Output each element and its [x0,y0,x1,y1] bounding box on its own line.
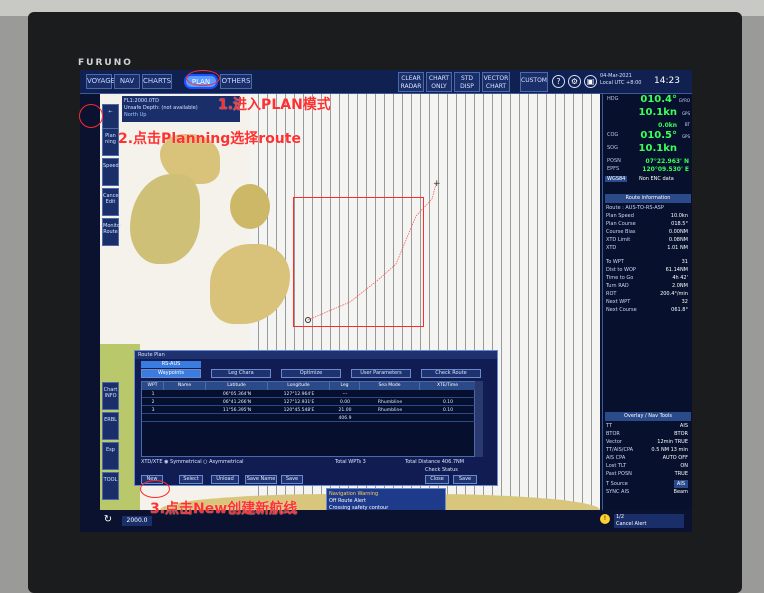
total-distance: Total Distance 406.7NM [405,459,465,465]
tab-leg-chara[interactable]: Leg Chara [211,369,271,378]
table-row[interactable]: 2 06°41.266'N 127°12.931'E 0.00 Rhumblin… [142,399,476,406]
col-wpt: WPT [142,382,164,390]
highlight-plan-tab [186,70,220,86]
display-icon[interactable]: ▣ [584,75,597,88]
course-bias-row: Course Bias 0.00NM [606,229,688,235]
planning-button[interactable]: Plan ning [102,128,119,156]
datum-row: WGS84 Non ENC data [605,176,674,182]
table-scrollbar[interactable] [475,381,483,457]
dist-row: Dist to WOP 61.14NM [606,267,688,273]
monitor-route-button[interactable]: Monitor Route [102,218,122,246]
annotation-step3: 3.点击New创建新航线 [150,501,298,517]
highlight-new-button [140,480,170,498]
overlay-row-past[interactable]: Past POSN TRUE [606,470,690,478]
highlight-route-box [293,197,424,327]
custom-button[interactable]: CUSTOM [520,72,548,92]
sog-row: SOG 10.1kn [607,143,677,154]
save-button-2[interactable]: Save [453,475,477,484]
highlight-planning-button [79,104,103,128]
xtd-options[interactable]: XTD/XTE ◉ Symmetrical ○ Asymmetrical [141,459,244,465]
table-row[interactable]: 1 06°05.364'N 127°12.964'E --- [142,391,476,398]
posn-lat-row: POSN 07°22.963' N [607,158,689,165]
save-name-button[interactable]: Save Name [245,475,277,484]
route-end-marker: + [433,179,441,189]
help-icon[interactable]: ? [552,75,565,88]
xtd-row: XTD 1.01 NM [606,245,688,251]
close-button[interactable]: Close [425,475,449,484]
brand-logo: FURUNO [78,58,133,68]
tab-others[interactable]: OTHERS [220,74,252,89]
scale-display[interactable]: 2000.0 [122,516,152,526]
to-wpt-row: To WPT 31 [606,259,688,265]
esp-button[interactable]: Esp [102,442,119,470]
overlay-header: Overlay / Nav Tools [605,412,691,421]
top-toolbar: VOYAGE NAV CHARTS PLAN OTHERS CLEAR RADA… [80,70,692,94]
erbl-button[interactable]: ERBL [102,412,119,440]
col-latitude: Latitude [206,382,268,390]
vector-chart-button[interactable]: VECTOR CHART [482,72,510,92]
dialog-title: Route Plan [135,351,497,359]
tab-optimize[interactable]: Optimize [281,369,341,378]
annotation-step2: 2.点击Planning选择route [118,131,301,147]
tab-voyage[interactable]: VOYAGE [86,74,115,89]
std-disp-button[interactable]: STD DISP [454,72,480,92]
save-button[interactable]: Save [281,475,303,484]
col-name: Name [164,382,206,390]
spd-row: 10.1kn GPS [638,107,690,118]
route-plan-dialog: Route Plan RS-AUS Waypoints Leg Chara Op… [134,350,498,486]
date-display: 04-Mar-2021 Local UTC +8:00 [600,73,642,86]
tab-check-route[interactable]: Check Route [421,369,481,378]
tab-user-parameters[interactable]: User Parameters [351,369,411,378]
col-sea-mode: Sea Mode [360,382,420,390]
cancel-edit-button[interactable]: Cancel Edit [102,188,120,216]
tab-waypoints[interactable]: Waypoints [141,369,201,378]
waypoint-table: WPT Name Latitude Longitude Leg Sea Mode… [141,381,476,457]
tool-button[interactable]: TOOL [102,472,119,500]
settings-icon[interactable]: ⚙ [568,75,581,88]
overlay-row-btor[interactable]: BTOR BTOR [606,430,690,438]
right-panel: HDG 010.4° GYRO 10.1kn GPS 0.0kn BT COG … [602,94,692,532]
turn-rad-row: Turn RAD 2.0NM [606,283,688,289]
tab-charts[interactable]: CHARTS [142,74,172,89]
overlay-row-ais-cpa[interactable]: AIS CPA AUTO OFF [606,454,690,462]
tab-nav[interactable]: NAV [114,74,140,89]
alert-icon[interactable]: ! [600,514,610,524]
col-longitude: Longitude [268,382,330,390]
col-leg: Leg [330,382,360,390]
time-to-go-row: Time to Go 4h 42' [606,275,688,281]
unload-button[interactable]: Unload [211,475,239,484]
drift-row: 0.0kn BT [658,122,690,129]
plan-speed-row: Plan Speed 10.0kn [606,213,688,219]
chart-info-button[interactable]: Chart INFO [102,382,119,410]
plan-course-row: Plan Course 018.5° [606,221,688,227]
sync-ais-row[interactable]: SYNC AIS Beam [606,488,690,496]
speed-button[interactable]: Speed [102,158,119,186]
overlay-row-cpa[interactable]: TT/AIS/CPA 0.5 NM 13 min [606,446,690,454]
t-source-row[interactable]: T Source AIS [606,480,690,488]
select-button[interactable]: Select [179,475,203,484]
route-info-header: Route information [605,194,691,203]
time-display: 14:23 [654,76,680,86]
table-row[interactable]: 3 11°56.395'N 120°45.548'E 21.00 Rhumbli… [142,407,476,414]
route-name: Route : AUS-TO-RS-ASP [606,205,664,211]
ack-panel[interactable]: 1/2 Cancel Alert [614,514,684,528]
rot-row: ROT 200.4°/min [606,291,688,297]
xtd-limit-row: XTD Limit 0.08NM [606,237,688,243]
overlay-row-tt[interactable]: TT AIS [606,422,690,430]
table-row[interactable]: 406.9 [142,415,476,422]
next-wpt-row: Next WPT 32 [606,299,688,305]
chart-only-button[interactable]: CHART ONLY [426,72,452,92]
check-status: Check Status [425,467,458,473]
next-course-row: Next Course 061.8° [606,307,688,313]
clear-radar-button[interactable]: CLEAR RADAR [398,72,424,92]
route-name-field[interactable]: RS-AUS [141,361,201,368]
annotation-step1: 1.进入PLAN模式 [218,97,331,113]
col-xte: XTE/Time [420,382,476,390]
refresh-icon[interactable]: ↻ [100,514,116,528]
overlay-row-vector[interactable]: Vector 12min TRUE [606,438,690,446]
total-wpts: Total WPTs 3 [335,459,366,465]
overlay-row-lost[interactable]: Lost TLT ON [606,462,690,470]
posn-lon-row: EPFS 120°09.530' E [607,166,689,173]
